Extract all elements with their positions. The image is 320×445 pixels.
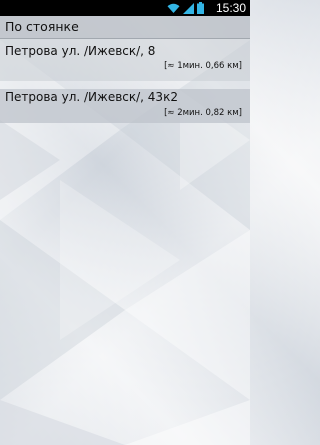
stop-eta: [≈ 2мин. 0,82 км] [164, 108, 242, 118]
stop-name: Петрова ул. /Ижевск/, 43к2 [5, 90, 178, 104]
header-bar: По стоянке [0, 16, 250, 39]
page-title: По стоянке [5, 19, 79, 34]
wifi-icon [167, 3, 180, 13]
battery-icon [197, 2, 204, 14]
status-bar: 15:30 [0, 0, 250, 16]
status-time: 15:30 [215, 1, 246, 15]
list-item[interactable]: Петрова ул. /Ижевск/, 43к2 [≈ 2мин. 0,82… [0, 89, 250, 123]
stop-name: Петрова ул. /Ижевск/, 8 [5, 44, 156, 58]
stop-eta: [≈ 1мин. 0,66 км] [164, 61, 242, 71]
signal-icon [183, 2, 194, 14]
list-item[interactable]: Петрова ул. /Ижевск/, 8 [≈ 1мин. 0,66 км… [0, 39, 250, 81]
stop-list: Петрова ул. /Ижевск/, 8 [≈ 1мин. 0,66 км… [0, 39, 250, 131]
status-icons [167, 2, 204, 14]
